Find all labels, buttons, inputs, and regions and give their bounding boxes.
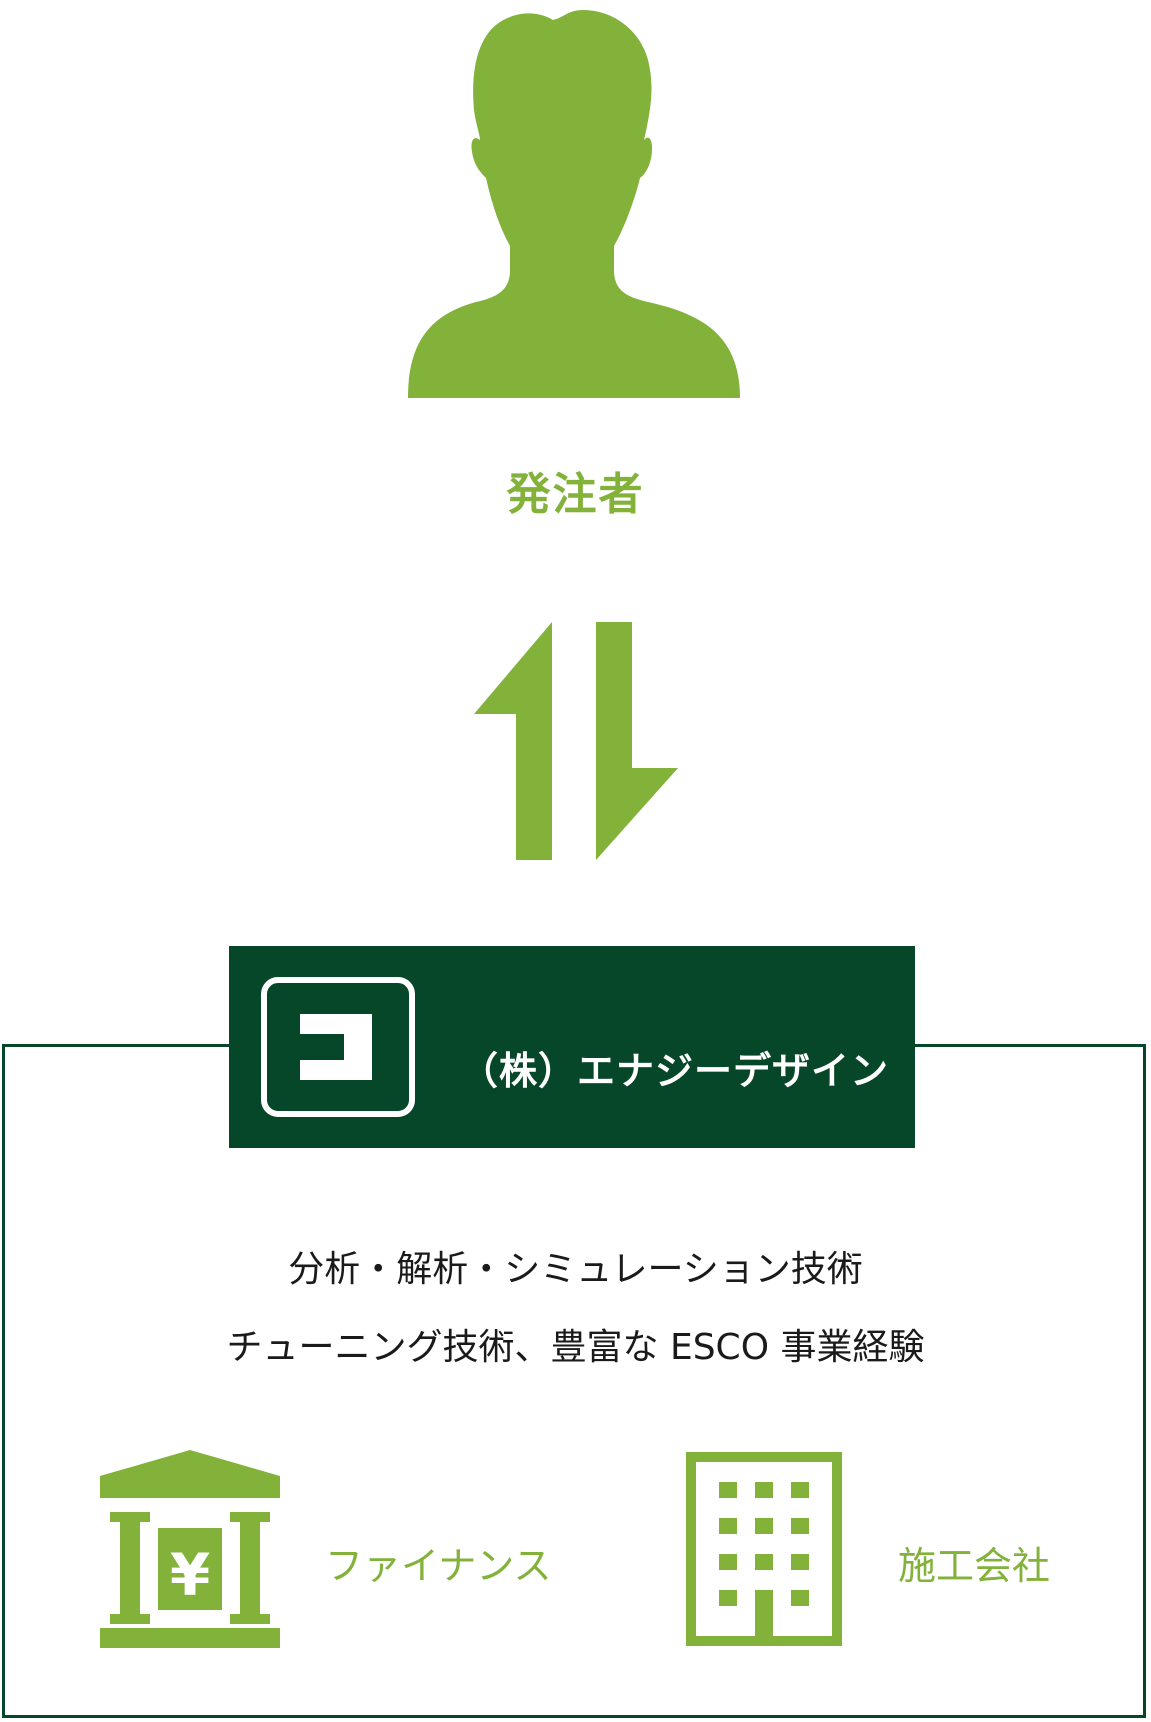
- contractor-label: 施工会社: [898, 1544, 1051, 1588]
- building-icon: [686, 1452, 842, 1646]
- svg-text:¥: ¥: [170, 1541, 210, 1609]
- description-line-1: 分析・解析・シミュレーション技術: [288, 1249, 863, 1290]
- company-logo-icon: [261, 977, 415, 1117]
- client-label: 発注者: [506, 469, 645, 520]
- bidirectional-arrows-icon: [474, 622, 678, 860]
- finance-label: ファイナンス: [325, 1544, 552, 1588]
- person-icon: [408, 10, 740, 398]
- bank-yen-icon: ¥: [100, 1450, 280, 1648]
- description-line-2: チューニング技術、豊富な ESCO 事業経験: [226, 1327, 925, 1368]
- company-name: （株）エナジーデザイン: [460, 1049, 890, 1093]
